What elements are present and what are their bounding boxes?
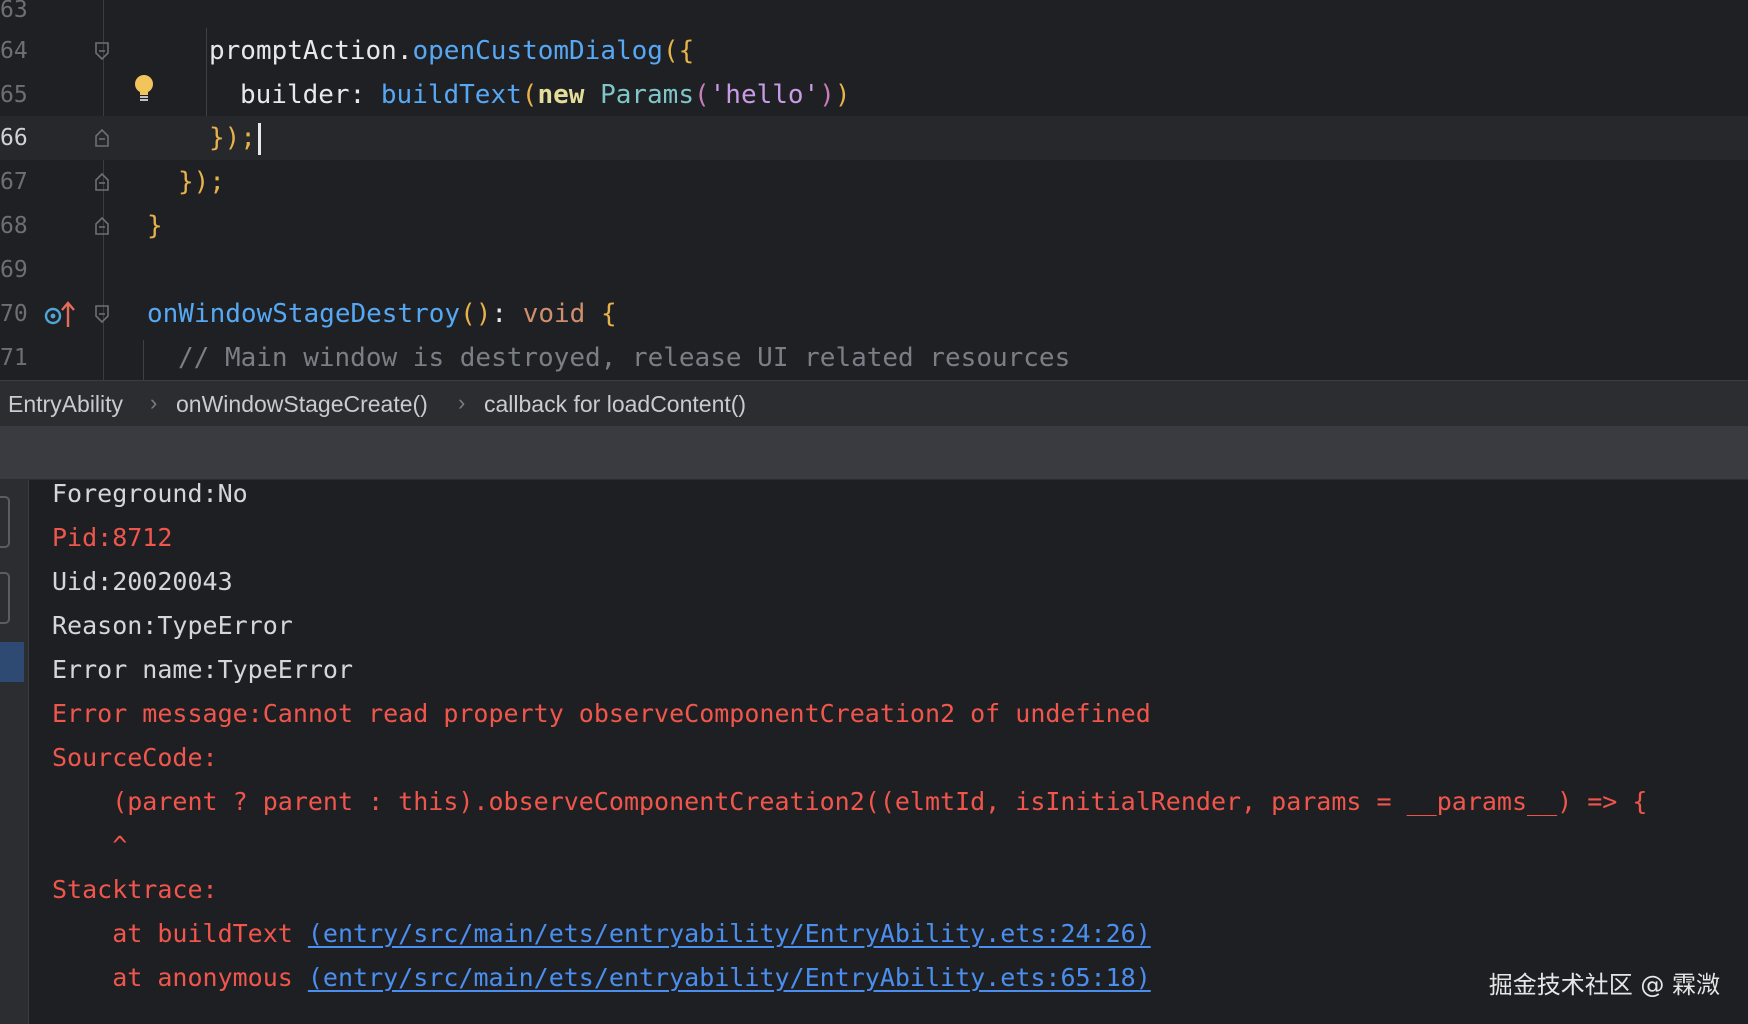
code-token: }); xyxy=(178,167,225,197)
code-line[interactable]: 63 xyxy=(0,0,1748,32)
code-token: Params xyxy=(600,80,694,110)
code-token: promptAction xyxy=(209,36,397,66)
line-number: 69 xyxy=(0,257,28,283)
log-line-error: ^ xyxy=(52,831,128,860)
line-number: 70 xyxy=(0,301,28,327)
code-token: . xyxy=(396,36,413,66)
fold-icon[interactable] xyxy=(94,42,110,60)
code-token: () xyxy=(460,299,492,329)
code-line[interactable]: 71 // Main window is destroyed, release … xyxy=(0,336,1748,380)
log-line-error: Stacktrace: xyxy=(52,875,218,904)
log-line: Foreground:No xyxy=(52,480,248,508)
code-token: buildText xyxy=(380,80,522,110)
line-number: 68 xyxy=(0,213,28,239)
fold-end-icon[interactable] xyxy=(94,217,110,235)
code-token: ( xyxy=(693,80,710,110)
log-line: Error name:TypeError xyxy=(52,655,354,684)
code-token: 'hello' xyxy=(709,80,820,110)
stacktrace-frame: at anonymous xyxy=(52,963,308,992)
fold-end-icon[interactable] xyxy=(94,129,110,147)
stacktrace-line: at anonymous (entry/src/main/ets/entryab… xyxy=(52,956,1151,1000)
breadcrumb-item-entryability[interactable]: EntryAbility xyxy=(8,381,123,427)
stacktrace-link[interactable]: (entry/src/main/ets/entryability/EntryAb… xyxy=(308,963,1151,992)
code-token: openCustomDialog xyxy=(412,36,663,66)
code-editor[interactable]: 63 64 promptAction.openCustomDialog({ 65… xyxy=(0,0,1748,380)
code-line[interactable]: 68 } xyxy=(0,204,1748,248)
override-method-icon[interactable] xyxy=(44,300,76,330)
chevron-right-icon: › xyxy=(150,390,158,415)
line-number: 64 xyxy=(0,38,28,64)
watermark: 掘金技术社区 @ 霖溦 xyxy=(1488,971,1720,999)
text-caret xyxy=(257,122,261,155)
line-number: 71 xyxy=(0,345,28,371)
log-line-error: Pid:8712 xyxy=(52,523,173,552)
code-text: // Main window is destroyed, release UI … xyxy=(178,336,1070,380)
code-text: promptAction.openCustomDialog({ xyxy=(209,29,694,73)
code-token: } xyxy=(147,211,163,241)
log-line-error: (parent ? parent : this).observeComponen… xyxy=(52,787,1648,816)
code-text: onWindowStageDestroy(): void { xyxy=(147,292,617,336)
code-line[interactable]: 69 xyxy=(0,248,1748,292)
log-line: Reason:TypeError xyxy=(52,611,293,640)
side-toolbar-button[interactable] xyxy=(0,572,10,624)
code-token: void xyxy=(522,299,586,329)
code-text: } xyxy=(147,204,163,248)
log-line: Uid:20020043 xyxy=(52,567,233,596)
code-line[interactable]: 70 onWindowStageDestroy(): void { xyxy=(0,292,1748,336)
code-line[interactable]: 67 }); xyxy=(0,160,1748,204)
stacktrace-frame: at buildText xyxy=(52,919,308,948)
code-token: ( xyxy=(662,36,679,66)
code-line-current[interactable]: 66 }); xyxy=(0,116,1748,160)
code-token: ( xyxy=(521,80,538,110)
chevron-right-icon: › xyxy=(458,390,466,415)
code-token: ) xyxy=(819,80,835,110)
lightbulb-icon[interactable] xyxy=(133,74,155,104)
stacktrace-line: at buildText (entry/src/main/ets/entryab… xyxy=(52,912,1151,956)
line-number: 66 xyxy=(0,125,28,151)
code-text: }); xyxy=(178,160,225,204)
breadcrumb: EntryAbility › onWindowStageCreate() › c… xyxy=(0,380,1748,427)
code-text: builder: buildText(new Params('hello')) xyxy=(240,73,851,117)
fold-icon[interactable] xyxy=(94,305,110,323)
side-toolbar-button[interactable] xyxy=(0,496,10,548)
side-toolbar-active-button[interactable] xyxy=(0,642,24,682)
code-token: onWindowStageDestroy xyxy=(147,299,461,329)
code-line[interactable]: 64 promptAction.openCustomDialog({ xyxy=(0,29,1748,73)
stacktrace-link[interactable]: (entry/src/main/ets/entryability/EntryAb… xyxy=(308,919,1151,948)
console-side-toolbar xyxy=(0,480,29,1024)
breadcrumb-item-callback[interactable]: callback for loadContent() xyxy=(484,381,746,427)
line-number: 65 xyxy=(0,82,28,108)
breadcrumb-item-onwindowstagecreate[interactable]: onWindowStageCreate() xyxy=(176,381,428,427)
code-token: ) xyxy=(834,80,851,110)
log-line-error: SourceCode: xyxy=(52,743,218,772)
code-text: }); xyxy=(209,116,261,160)
line-number: 63 xyxy=(0,0,28,23)
code-token: : xyxy=(491,299,523,329)
fold-end-icon[interactable] xyxy=(94,173,110,191)
code-token: new xyxy=(537,80,585,110)
log-console[interactable]: Foreground:No Pid:8712 Uid:20020043 Reas… xyxy=(0,480,1748,1024)
code-line[interactable]: 65 builder: buildText(new Params('hello'… xyxy=(0,73,1748,117)
code-token: }); xyxy=(209,123,256,153)
code-comment: // Main window is destroyed, release UI … xyxy=(178,343,1071,373)
code-token: builder: xyxy=(240,80,381,110)
code-token: { xyxy=(600,299,617,329)
line-number: 67 xyxy=(0,169,28,195)
log-panel-toolbar xyxy=(0,426,1748,480)
log-line-error: Error message:Cannot read property obser… xyxy=(52,699,1151,728)
code-token: { xyxy=(678,36,695,66)
